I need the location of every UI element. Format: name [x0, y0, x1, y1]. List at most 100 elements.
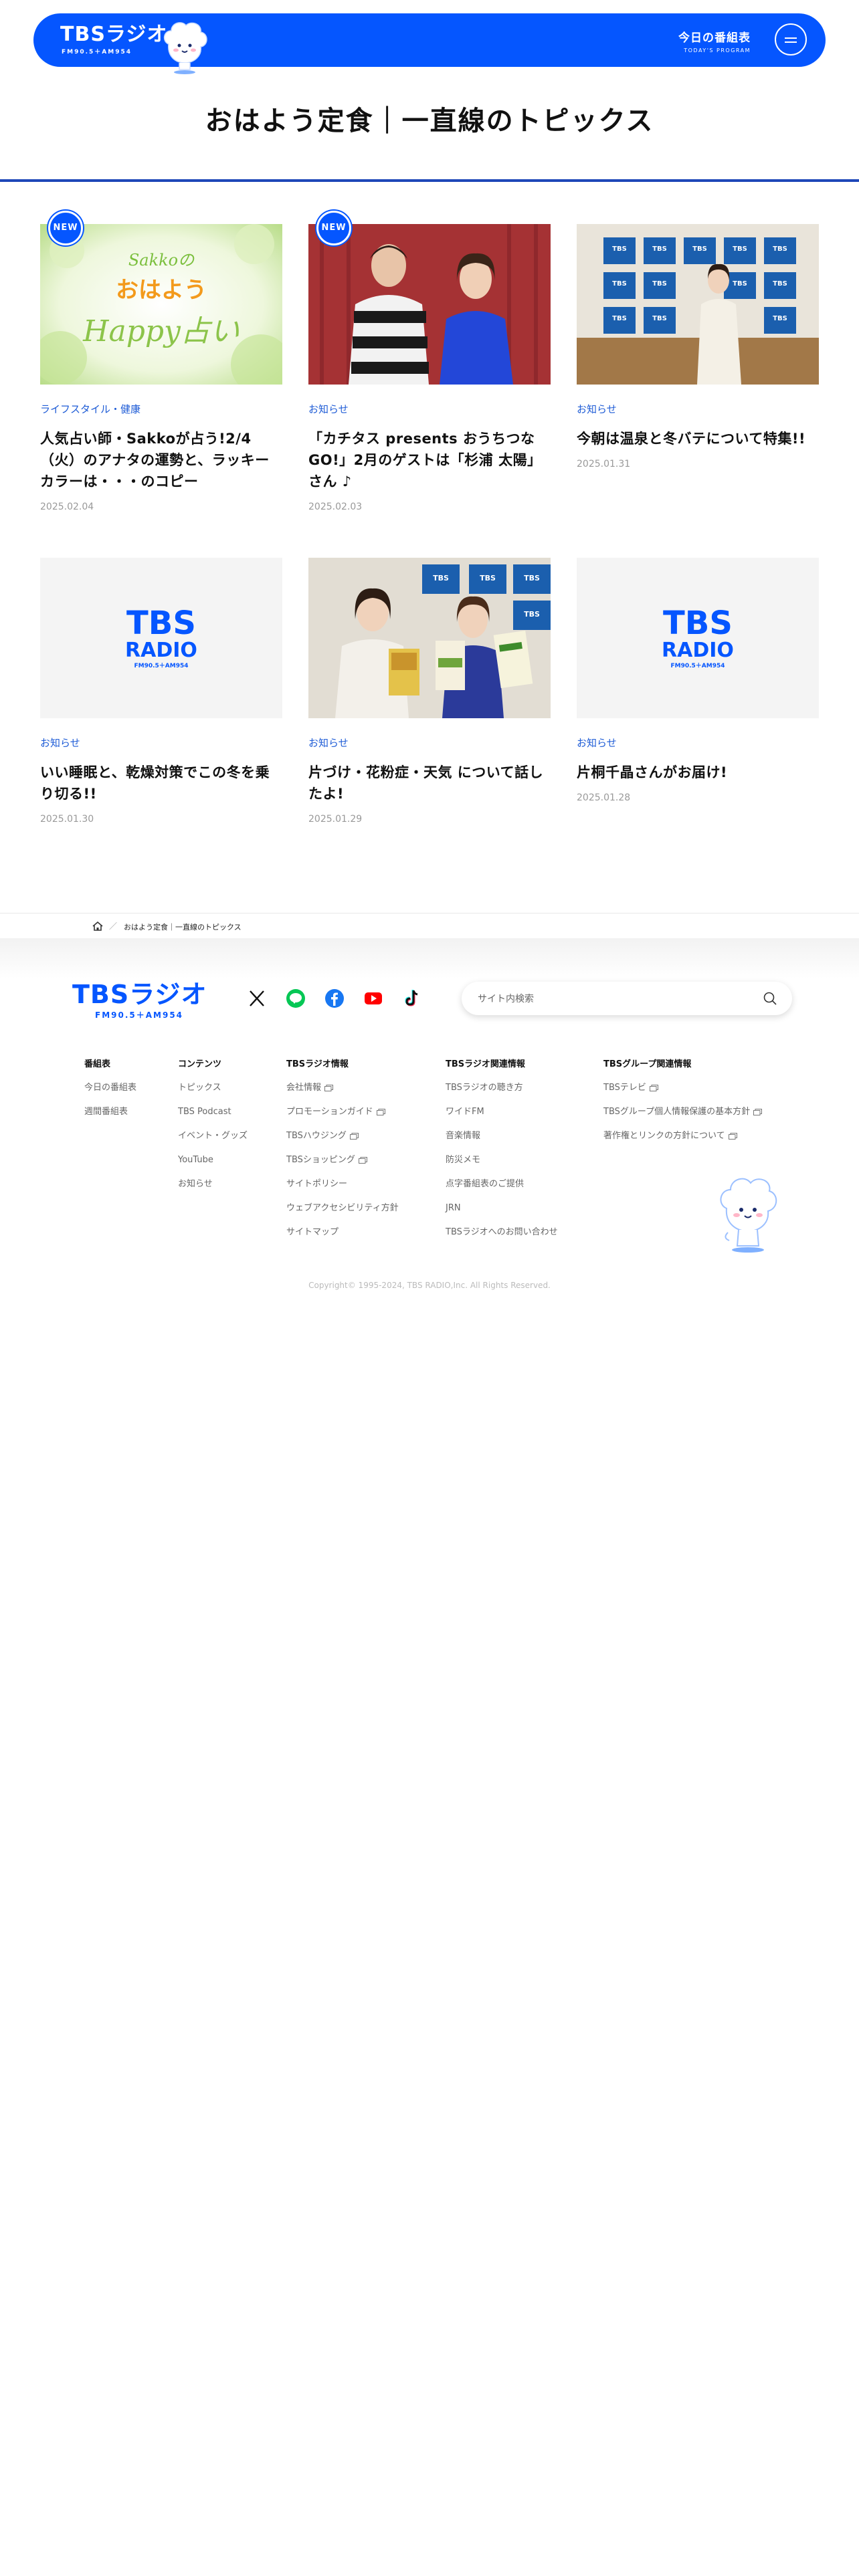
article-card[interactable]: Sakkoの おはよう Happy占い NEW ライフスタイル・健康 人気占い師…: [40, 211, 282, 512]
article-thumbnail[interactable]: TBS TBS TBS TBS TBS TBS TBS TBS TBS TBS TBS TBS: [577, 224, 819, 385]
footer-link[interactable]: トピックス: [178, 1083, 248, 1107]
svg-text:TBS: TBS: [692, 245, 707, 253]
article-thumbnail[interactable]: [308, 224, 551, 385]
footer-link[interactable]: 今日の番組表: [84, 1083, 136, 1107]
footer-link[interactable]: ウェブアクセシビリティ方針: [286, 1203, 399, 1227]
footer-link[interactable]: お知らせ: [178, 1179, 248, 1203]
article-thumbnail[interactable]: TBS RADIO FM90.5＋AM954: [577, 558, 819, 718]
guest-photo-image: [308, 224, 551, 385]
footer-link-label: TBSグループ個人情報保護の基本方針: [603, 1107, 751, 1117]
footer-link[interactable]: TBSラジオへのお問い合わせ: [446, 1227, 558, 1251]
footer-link-external[interactable]: TBSテレビ: [603, 1083, 762, 1107]
logo-text: TBSラジオ: [60, 23, 168, 46]
article-category[interactable]: お知らせ: [577, 402, 819, 416]
svg-text:TBS: TBS: [612, 245, 627, 253]
today-program-sublabel: TODAY'S PROGRAM: [684, 47, 751, 53]
footer-column-heading: 番組表: [84, 1059, 111, 1069]
footer-link[interactable]: 防災メモ: [446, 1155, 558, 1179]
article-category[interactable]: ライフスタイル・健康: [40, 402, 282, 416]
site-logo[interactable]: TBSラジオ FM90.5＋AM954: [60, 23, 167, 56]
copyright-text: Copyright© 1995-2024, TBS RADIO,Inc. All…: [308, 1281, 551, 1290]
home-icon[interactable]: [92, 922, 103, 931]
breadcrumb-current: おはよう定食｜一直線のトピックス: [124, 923, 242, 932]
external-link-icon: [753, 1108, 763, 1115]
article-title[interactable]: いい睡眠と、乾燥対策でこの冬を乗り切る!!: [40, 762, 282, 804]
footer-logo[interactable]: TBSラジオ FM90.5＋AM954: [72, 980, 207, 1021]
svg-text:TBS: TBS: [733, 280, 747, 288]
studio-photo-image: TBS TBS TBS TBS TBS TBS TBS TBS TBS TBS TBS TBS: [577, 224, 819, 385]
footer-link[interactable]: TBSラジオの聴き方: [446, 1083, 558, 1107]
article-card[interactable]: TBS TBS TBS TBS お知らせ 片づけ・花粉症・天気 について話したよ! 2…: [308, 558, 551, 825]
thumb-ohayou-text: おはよう: [116, 277, 207, 304]
footer-link[interactable]: 点字番組表のご提供: [446, 1179, 558, 1203]
footer-link-external[interactable]: 著作権とリンクの方針について: [603, 1131, 762, 1155]
breadcrumb-separator: ／: [109, 922, 118, 931]
footer-link[interactable]: サイトマップ: [286, 1227, 399, 1251]
search-icon[interactable]: [763, 991, 777, 1006]
article-thumbnail[interactable]: Sakkoの おはよう Happy占い: [40, 224, 282, 385]
footer-logo-text: TBSラジオ: [72, 980, 207, 1009]
footer-link[interactable]: YouTube: [178, 1155, 248, 1179]
footer-column-related-info: TBSラジオ関連情報 TBSラジオの聴き方 ワイドFM 音楽情報 防災メモ 点字…: [446, 1057, 558, 1251]
footer-link-label: プロモーションガイド: [286, 1107, 373, 1117]
today-program-link[interactable]: 今日の番組表 TODAY'S PROGRAM: [678, 28, 751, 53]
menu-button[interactable]: [775, 23, 807, 56]
site-header: TBSラジオ FM90.5＋AM954 今日の番組表 TODAY'S PROGR…: [33, 13, 826, 74]
footer-background: [0, 938, 859, 978]
footer-link[interactable]: JRN: [446, 1203, 558, 1227]
footer-link[interactable]: ワイドFM: [446, 1107, 558, 1131]
footer-link[interactable]: TBS Podcast: [178, 1107, 248, 1131]
today-program-label: 今日の番組表: [678, 31, 751, 45]
external-link-icon: [649, 1084, 658, 1091]
article-title[interactable]: 片桐千晶さんがお届け!: [577, 762, 819, 783]
search-input[interactable]: [476, 990, 747, 1008]
footer-column-heading: コンテンツ: [178, 1059, 222, 1069]
article-card[interactable]: TBS RADIO FM90.5＋AM954 お知らせ いい睡眠と、乾燥対策でこ…: [40, 558, 282, 825]
article-date: 2025.02.04: [40, 502, 94, 512]
menu-bar-icon: [785, 37, 797, 39]
footer-link[interactable]: イベント・グッズ: [178, 1131, 248, 1155]
thumb-tbs-text: TBS: [663, 605, 733, 642]
article-category[interactable]: お知らせ: [577, 736, 819, 750]
footer-link[interactable]: サイトポリシー: [286, 1179, 399, 1203]
footer-logo-frequency: FM90.5＋AM954: [95, 1010, 184, 1020]
svg-text:TBS: TBS: [652, 315, 667, 322]
article-title[interactable]: 今朝は温泉と冬バテについて特集!!: [577, 428, 819, 449]
footer-link-label: TBSハウジング: [286, 1131, 347, 1141]
article-title[interactable]: 人気占い師・Sakkoが占う!2/4（火）のアナタの運勢と、ラッキーカラーは・・…: [40, 428, 282, 492]
svg-text:TBS: TBS: [433, 574, 449, 582]
sakko-happy-fortune-image: Sakkoの おはよう Happy占い: [40, 224, 282, 385]
tiktok-icon[interactable]: [401, 988, 423, 1009]
svg-text:TBS: TBS: [773, 245, 787, 253]
footer-link-external[interactable]: プロモーションガイド: [286, 1107, 399, 1131]
footer-link[interactable]: 週間番組表: [84, 1107, 136, 1131]
article-title[interactable]: 片づけ・花粉症・天気 について話したよ!: [308, 762, 551, 804]
article-title[interactable]: 「カチタス presents おうちつなGO!」2月のゲストは「杉浦 太陽」さん…: [308, 428, 551, 492]
x-icon[interactable]: [246, 988, 268, 1009]
footer-link[interactable]: 音楽情報: [446, 1131, 558, 1155]
footer-column-tbs-radio-info: TBSラジオ情報 会社情報 プロモーションガイド TBSハウジング TBSショッ…: [286, 1057, 399, 1251]
footer-link-external[interactable]: 会社情報: [286, 1083, 399, 1107]
article-category[interactable]: お知らせ: [308, 402, 551, 416]
article-thumbnail[interactable]: TBS RADIO FM90.5＋AM954: [40, 558, 282, 718]
external-link-icon: [376, 1108, 385, 1115]
footer-link-external[interactable]: TBSハウジング: [286, 1131, 399, 1155]
thumb-radio-text: RADIO: [125, 639, 197, 662]
footer-link-external[interactable]: TBSグループ個人情報保護の基本方針: [603, 1107, 763, 1131]
youtube-icon[interactable]: [363, 988, 384, 1009]
breadcrumb: ／ おはよう定食｜一直線のトピックス: [0, 913, 859, 939]
site-search: [462, 982, 792, 1015]
article-thumbnail[interactable]: TBS TBS TBS TBS: [308, 558, 551, 718]
article-category[interactable]: お知らせ: [40, 736, 282, 750]
svg-text:TBS: TBS: [652, 245, 667, 253]
footer-column-contents: コンテンツ トピックス TBS Podcast イベント・グッズ YouTube…: [178, 1057, 248, 1203]
footer-link-external[interactable]: TBSショッピング: [286, 1155, 399, 1179]
article-card[interactable]: TBS TBS TBS TBS TBS TBS TBS TBS TBS TBS TBS TBS…: [577, 224, 819, 469]
article-category[interactable]: お知らせ: [308, 736, 551, 750]
facebook-icon[interactable]: [324, 988, 345, 1009]
line-icon[interactable]: [285, 988, 306, 1009]
article-card[interactable]: TBS RADIO FM90.5＋AM954 お知らせ 片桐千晶さんがお届け! …: [577, 558, 819, 803]
article-card[interactable]: NEW お知らせ 「カチタス presents おうちつなGO!」2月のゲストは…: [308, 211, 551, 512]
mascot-icon: [163, 22, 207, 74]
external-link-icon: [349, 1132, 359, 1140]
